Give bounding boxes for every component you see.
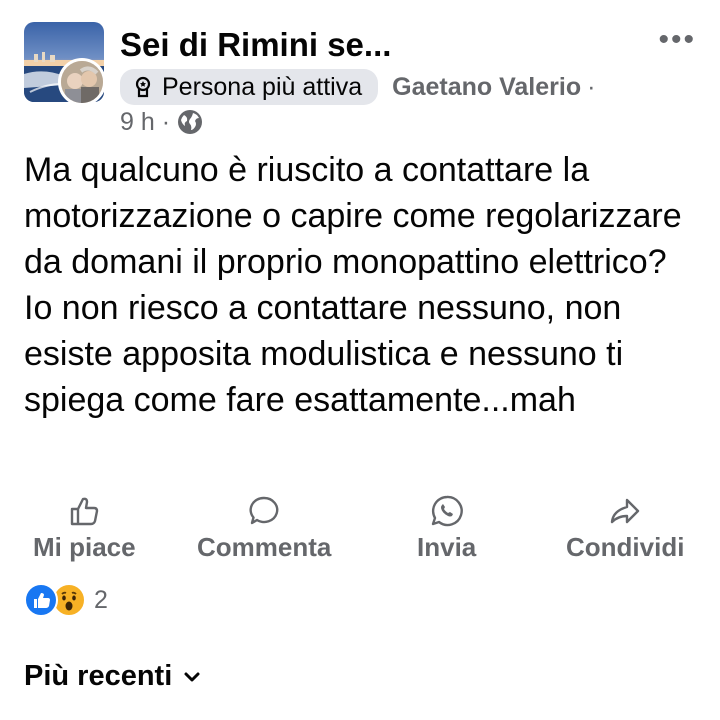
separator: · bbox=[587, 72, 596, 101]
whatsapp-icon bbox=[431, 495, 463, 527]
sort-label: Più recenti bbox=[24, 660, 173, 692]
send-button[interactable]: Invia bbox=[417, 494, 476, 566]
like-label: Mi piace bbox=[33, 532, 136, 562]
avatar[interactable] bbox=[58, 58, 106, 106]
comment-label: Commenta bbox=[197, 532, 332, 562]
thumbs-up-icon bbox=[71, 497, 99, 526]
badge-icon bbox=[135, 76, 151, 98]
post-body-text: Ma qualcuno è riuscito a contattare la m… bbox=[24, 151, 682, 419]
share-label: Condividi bbox=[566, 532, 685, 562]
chevron-down-icon bbox=[184, 672, 200, 681]
like-reaction-icon bbox=[24, 583, 58, 617]
profile-photo-image bbox=[61, 61, 103, 103]
send-label: Invia bbox=[417, 532, 477, 562]
more-options-icon[interactable]: ••• bbox=[658, 25, 696, 55]
wow-face-icon bbox=[61, 591, 77, 611]
thumbs-up-icon bbox=[34, 593, 50, 608]
comment-button[interactable]: Commenta bbox=[197, 494, 331, 566]
group-name[interactable]: Sei di Rimini se... bbox=[120, 26, 391, 64]
post-header: Sei di Rimini se... ••• Persona più atti… bbox=[24, 22, 704, 140]
globe-icon bbox=[178, 110, 203, 134]
reaction-count: 2 bbox=[94, 585, 108, 614]
post-action-bar: Mi piace Commenta Invia Condividi bbox=[0, 494, 720, 566]
comment-icon bbox=[249, 496, 279, 525]
badge-label: Persona più attiva bbox=[162, 72, 363, 101]
post-meta-row: Persona più attiva Gaetano Valerio · bbox=[120, 68, 595, 106]
post-timestamp[interactable]: 9 h · bbox=[120, 108, 170, 137]
share-arrow-icon bbox=[611, 498, 640, 524]
share-button[interactable]: Condividi bbox=[566, 494, 684, 566]
top-contributor-badge[interactable]: Persona più attiva bbox=[120, 69, 379, 105]
post-time-row: 9 h · bbox=[120, 106, 204, 138]
like-button[interactable]: Mi piace bbox=[33, 494, 136, 566]
author-name[interactable]: Gaetano Valerio bbox=[392, 73, 581, 102]
reaction-summary[interactable]: 2 bbox=[24, 583, 108, 617]
comment-sort-dropdown[interactable]: Più recenti bbox=[24, 660, 202, 693]
